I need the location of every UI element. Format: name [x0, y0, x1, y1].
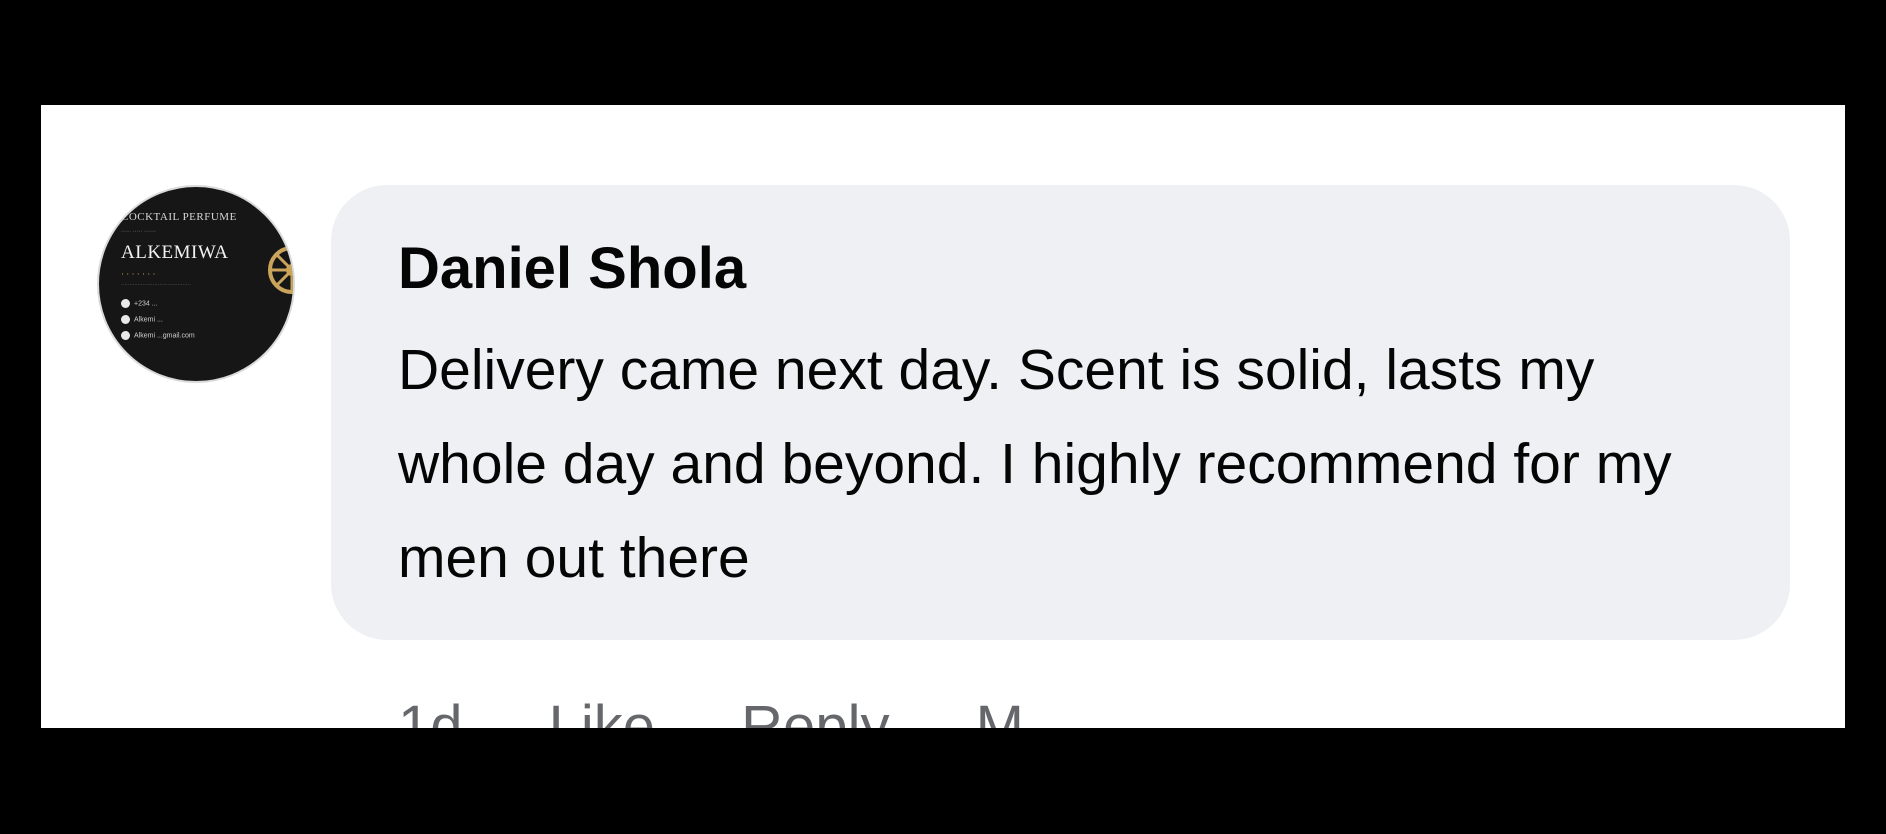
wheel-logo-icon [268, 246, 293, 294]
comment-timestamp[interactable]: 1d [398, 694, 463, 728]
comment-author[interactable]: Daniel Shola [398, 235, 746, 302]
phone-icon [121, 299, 130, 308]
comment-card: COCKTAIL PERFUME ····· ····· ······ ALKE… [41, 105, 1845, 728]
avatar-contact-phone: +234 ... [121, 299, 158, 308]
avatar-fine-print-2: ········································… [121, 283, 191, 288]
avatar-fine-print: ····· ····· ······ [121, 229, 156, 235]
avatar[interactable]: COCKTAIL PERFUME ····· ····· ······ ALKE… [97, 185, 295, 383]
reply-button[interactable]: Reply [741, 694, 889, 728]
more-button[interactable]: M [976, 694, 1024, 728]
avatar-brand-subline: · · · · · · · [121, 269, 156, 279]
comment-bubble: Daniel Shola Delivery came next day. Sce… [331, 185, 1790, 640]
comment-actions: 1d Like Reply M [398, 693, 1094, 728]
avatar-brand-tagline: COCKTAIL PERFUME [121, 211, 237, 223]
email-icon [121, 331, 130, 340]
avatar-contact-email: Alkemi ...gmail.com [121, 331, 195, 340]
avatar-contact-social: Alkemi ... [121, 315, 163, 324]
avatar-brand-name: ALKEMIWA [121, 242, 229, 263]
comment-text: Delivery came next day. Scent is solid, … [398, 338, 1672, 590]
like-button[interactable]: Like [549, 694, 655, 728]
social-icon [121, 315, 130, 324]
